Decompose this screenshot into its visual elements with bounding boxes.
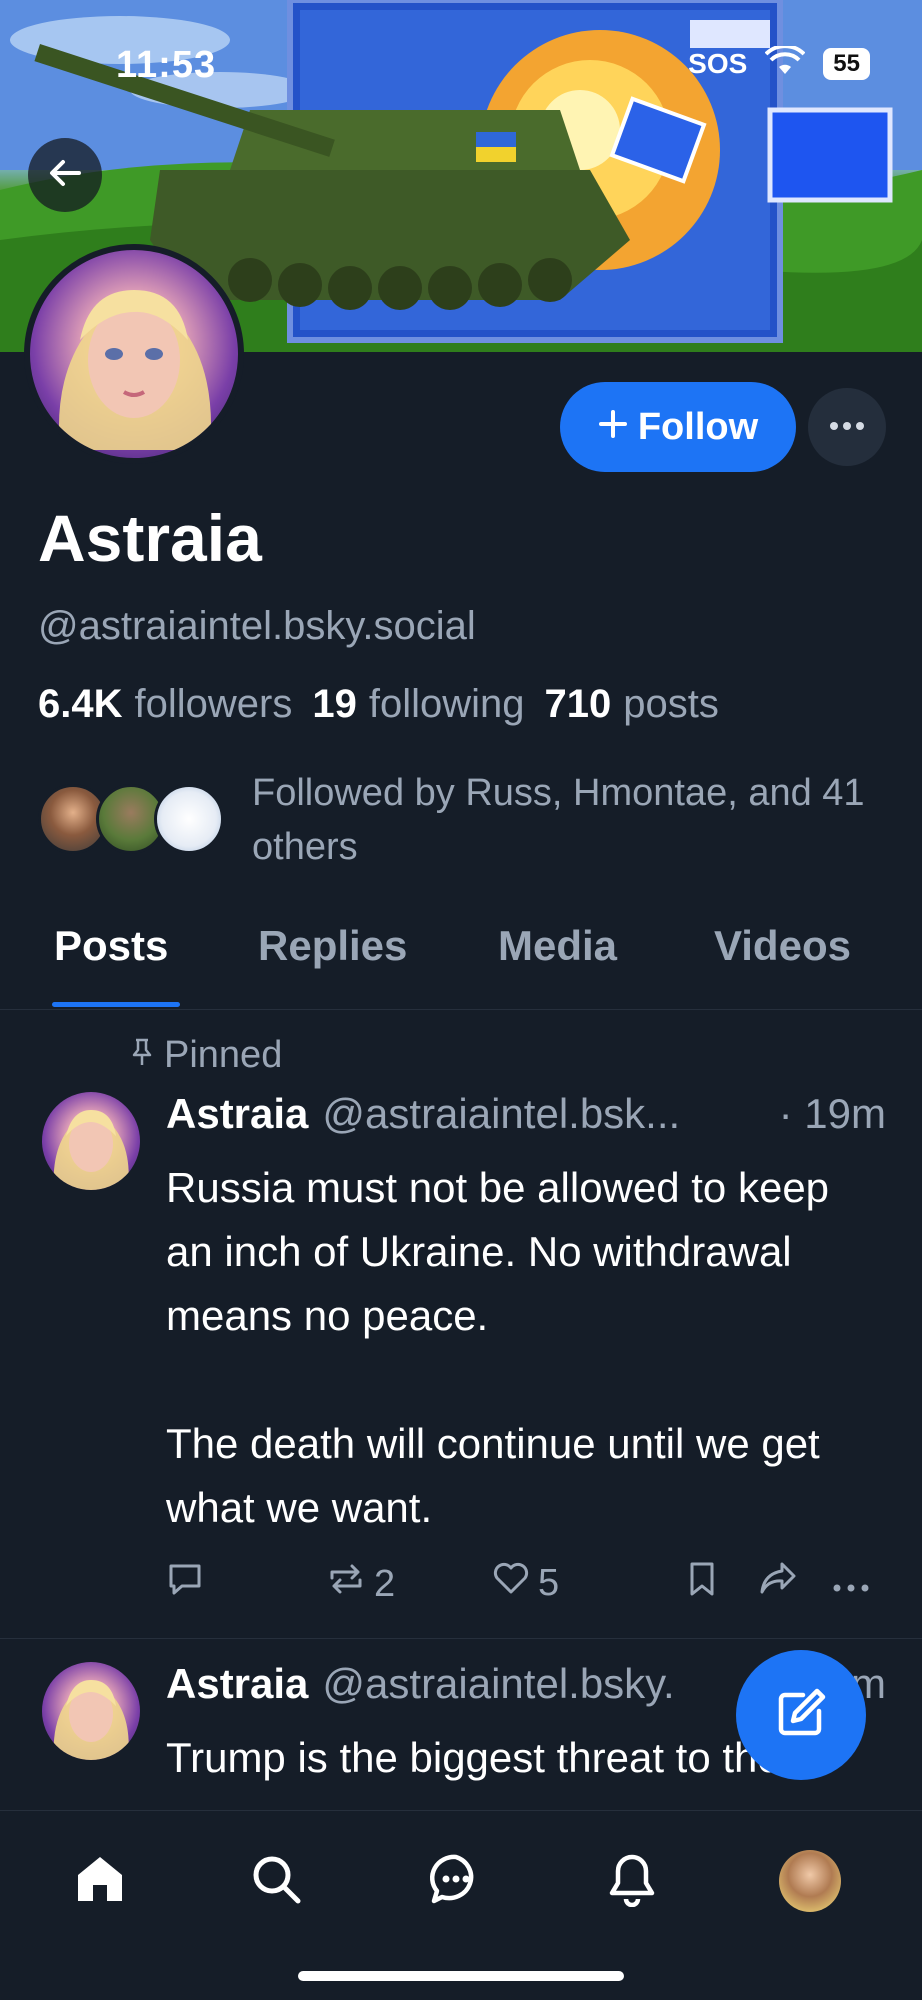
back-button[interactable] (28, 138, 102, 212)
post-text[interactable]: Russia must not be allowed to keep an in… (166, 1156, 886, 1540)
followers-count: 6.4K (38, 682, 123, 726)
reply-button[interactable] (166, 1560, 204, 1608)
battery-indicator: 55 (823, 47, 870, 80)
tab-videos[interactable]: Videos (714, 922, 851, 970)
post-author-name[interactable]: Astraia (166, 1090, 308, 1138)
avatar-image (53, 1680, 129, 1760)
followers-label: followers (134, 682, 293, 726)
avatar-image (53, 1110, 129, 1190)
pinned-label: Pinned (130, 1034, 282, 1077)
share-button[interactable] (758, 1560, 798, 1606)
active-tab-indicator (52, 1002, 180, 1007)
pinned-text: Pinned (164, 1034, 283, 1076)
profile-handle: @astraiaintel.bsky.social (38, 604, 476, 648)
like-count: 5 (538, 1561, 560, 1604)
home-indicator (298, 1971, 624, 1981)
tab-media[interactable]: Media (498, 922, 617, 970)
repost-icon (326, 1560, 366, 1608)
post-divider (0, 1638, 922, 1639)
bookmark-icon (686, 1560, 718, 1608)
wifi-icon (764, 44, 806, 81)
profile-avatar[interactable] (24, 244, 244, 464)
profile-more-button[interactable] (808, 388, 886, 466)
posts-count: 710 (544, 682, 612, 726)
home-icon (72, 1851, 128, 1912)
following-label: following (368, 682, 525, 726)
heart-icon (492, 1560, 530, 1606)
nav-chat[interactable] (416, 1841, 496, 1921)
share-icon (758, 1560, 798, 1606)
plus-icon (598, 406, 628, 449)
profile-display-name: Astraia (38, 501, 262, 575)
chat-icon (428, 1851, 484, 1912)
followers-stat[interactable]: 6.4K followers (38, 682, 292, 727)
post-author-handle[interactable]: @astraiaintel.bsk... (322, 1090, 680, 1138)
like-button[interactable]: 5 (492, 1560, 559, 1606)
avatar (154, 784, 224, 854)
tab-replies[interactable]: Replies (258, 922, 407, 970)
posts-label: posts (623, 682, 719, 726)
nav-notifications[interactable] (592, 1841, 672, 1921)
bookmark-button[interactable] (686, 1560, 718, 1608)
sos-indicator: SOS (688, 47, 748, 79)
profile-tabs: Posts Replies Media Videos (0, 898, 922, 1010)
followed-by-text[interactable]: Followed by Russ, Hmontae, and 41 others (252, 766, 872, 874)
follow-button[interactable]: Follow (560, 382, 796, 472)
nav-profile[interactable] (770, 1841, 850, 1921)
post-timestamp[interactable]: · 19m (779, 1090, 886, 1138)
post-more-button[interactable] (832, 1560, 870, 1603)
posts-stat: 710 posts (545, 682, 719, 727)
compose-button[interactable] (736, 1650, 866, 1780)
status-indicators: SOS 55 (688, 44, 870, 81)
repost-button[interactable]: 2 (326, 1560, 395, 1608)
pin-icon (130, 1034, 154, 1077)
post-author-name[interactable]: Astraia (166, 1660, 308, 1708)
known-followers-avatars[interactable] (38, 784, 228, 854)
repost-count: 2 (374, 1562, 396, 1605)
status-time: 11:53 (116, 44, 217, 86)
post-author-avatar[interactable] (42, 1092, 140, 1190)
post-author-handle[interactable]: @astraiaintel.bsky. (322, 1660, 674, 1708)
avatar (779, 1850, 841, 1912)
following-stat[interactable]: 19 following (312, 682, 524, 727)
nav-search[interactable] (236, 1841, 316, 1921)
bell-icon (604, 1851, 660, 1912)
compose-icon (773, 1685, 829, 1746)
search-icon (248, 1851, 304, 1912)
nav-home[interactable] (60, 1841, 140, 1921)
ellipsis-icon (832, 1560, 870, 1603)
avatar-image (58, 290, 212, 450)
tab-posts[interactable]: Posts (54, 922, 168, 970)
post-header: Astraia @astraiaintel.bsk... · 19m (166, 1090, 886, 1138)
post-author-avatar[interactable] (42, 1662, 140, 1760)
bottom-navigation (0, 1810, 922, 2000)
following-count: 19 (312, 682, 357, 726)
comment-icon (166, 1560, 204, 1608)
follow-label: Follow (637, 405, 759, 448)
profile-stats: 6.4K followers 19 following 710 posts (38, 682, 719, 727)
post-actions: 2 5 (166, 1560, 886, 1610)
arrow-left-icon (45, 153, 85, 198)
ellipsis-icon (829, 418, 865, 436)
